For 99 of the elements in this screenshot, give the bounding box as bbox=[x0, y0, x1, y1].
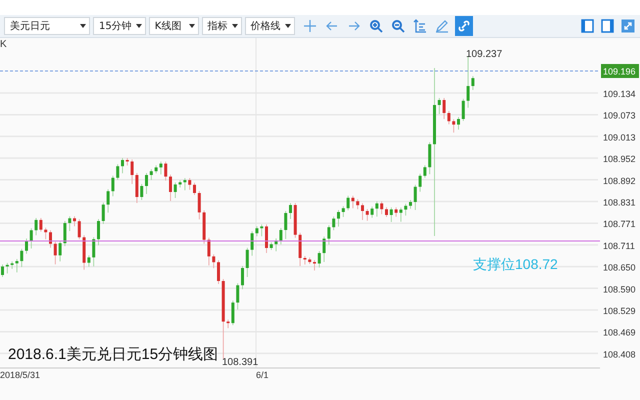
price-axis-label: 109.013 bbox=[603, 132, 636, 142]
price-axis-label: 108.469 bbox=[603, 328, 636, 338]
price-axis-label: 108.771 bbox=[603, 219, 636, 230]
candlestick bbox=[414, 184, 417, 210]
candlestick bbox=[380, 201, 384, 215]
price-axis-label: 108.952 bbox=[603, 154, 636, 164]
low-price-label: 108.391 bbox=[222, 357, 258, 368]
candlestick bbox=[457, 116, 460, 130]
dropdown[interactable]: 价格线 bbox=[244, 17, 295, 35]
caret-icon bbox=[136, 24, 142, 28]
candlestick bbox=[44, 227, 48, 240]
support-level-label: 支撑位108.72 bbox=[473, 256, 558, 272]
price-axis-label: 109.073 bbox=[603, 110, 636, 121]
price-axis-label: 109.134 bbox=[603, 89, 636, 99]
pencil-icon bbox=[434, 19, 449, 33]
dropdown[interactable]: K线图 bbox=[148, 17, 199, 35]
candlestick bbox=[92, 236, 96, 267]
link-button[interactable] bbox=[454, 16, 473, 36]
candlestick bbox=[409, 200, 412, 210]
candlestick bbox=[54, 241, 57, 265]
candlestick bbox=[193, 182, 196, 196]
candlestick bbox=[20, 248, 24, 268]
candlestick bbox=[308, 257, 312, 264]
candlestick bbox=[385, 206, 388, 218]
candlestick bbox=[260, 224, 264, 237]
candlestick bbox=[241, 266, 244, 290]
right-panel-icon[interactable] bbox=[601, 19, 615, 33]
zoom-in-icon bbox=[368, 19, 383, 33]
chart-label: K bbox=[0, 39, 7, 50]
candlestick bbox=[212, 254, 216, 269]
candlestick bbox=[404, 203, 408, 216]
candlestick bbox=[169, 174, 172, 202]
candlestick bbox=[140, 184, 144, 200]
right-arrow-icon bbox=[346, 19, 361, 33]
candlestick bbox=[116, 164, 120, 180]
candlestick bbox=[97, 218, 100, 246]
candlestick bbox=[6, 262, 9, 274]
candlestick bbox=[217, 260, 220, 284]
candlestick bbox=[366, 208, 369, 222]
candlestick bbox=[78, 218, 81, 240]
date-label: 6/1 bbox=[256, 370, 269, 380]
candlestick bbox=[452, 118, 456, 133]
candlestick bbox=[25, 238, 28, 254]
candlestick bbox=[438, 98, 441, 114]
candlestick bbox=[73, 216, 76, 227]
candlestick bbox=[337, 210, 340, 227]
price-axis-label: 108.711 bbox=[603, 240, 635, 251]
caret-icon bbox=[188, 24, 195, 28]
dropdown[interactable]: 15分钟 bbox=[93, 17, 146, 35]
candlestick bbox=[270, 242, 273, 250]
caret-icon bbox=[284, 24, 291, 28]
candlestick bbox=[246, 247, 249, 278]
dropdown[interactable]: 美元日元 bbox=[4, 17, 90, 35]
candlestick bbox=[102, 202, 105, 224]
candlestick bbox=[198, 190, 201, 220]
candlestick bbox=[462, 98, 465, 122]
candlestick bbox=[284, 210, 288, 240]
dropdown[interactable]: 指标 bbox=[202, 17, 242, 35]
price-axis-label: 108.408 bbox=[603, 349, 636, 360]
caret-icon bbox=[232, 24, 238, 28]
chart-caption: 2018.6.1美元兑日元15分钟线图 bbox=[8, 346, 218, 363]
date-label: 2018/5/31 bbox=[0, 370, 40, 380]
price-axis-label: 108.529 bbox=[603, 306, 636, 316]
caret-icon bbox=[80, 24, 86, 28]
price-axis-label: 108.650 bbox=[603, 262, 636, 273]
candlestick bbox=[126, 158, 129, 166]
candlestick bbox=[121, 158, 124, 174]
candlestick bbox=[313, 260, 316, 271]
candlestick bbox=[390, 207, 393, 222]
candlestick bbox=[236, 282, 240, 310]
link-icon bbox=[456, 19, 471, 33]
candlestick bbox=[289, 202, 292, 220]
candlestick bbox=[332, 216, 336, 231]
left-arrow-icon bbox=[324, 19, 339, 33]
candlestick bbox=[294, 202, 297, 238]
high-price-label: 109.237 bbox=[466, 49, 502, 60]
candlestick bbox=[30, 228, 33, 249]
expand-icon[interactable] bbox=[621, 19, 635, 33]
price-axis-label: 108.831 bbox=[603, 198, 636, 208]
candlestick bbox=[164, 161, 168, 181]
candlestick bbox=[145, 172, 148, 194]
candlestick bbox=[361, 202, 364, 220]
current-price-tag: 109.196 bbox=[601, 64, 639, 78]
candlestick bbox=[174, 182, 177, 198]
candlestick bbox=[428, 142, 432, 175]
candlestick bbox=[150, 168, 153, 180]
crosshair-icon bbox=[302, 19, 317, 33]
price-axis-label: 108.892 bbox=[603, 176, 636, 186]
axis-icon bbox=[412, 19, 427, 33]
zoom-out-icon bbox=[390, 19, 405, 33]
candlestick bbox=[318, 250, 321, 268]
left-panel-icon[interactable] bbox=[581, 19, 595, 33]
price-axis-label: 108.590 bbox=[603, 284, 636, 294]
candlestick bbox=[342, 206, 345, 218]
candlestick bbox=[49, 230, 52, 248]
candlestick bbox=[356, 198, 360, 210]
candlestick bbox=[68, 216, 72, 232]
candlestick bbox=[265, 224, 268, 254]
candlestick bbox=[188, 178, 192, 190]
